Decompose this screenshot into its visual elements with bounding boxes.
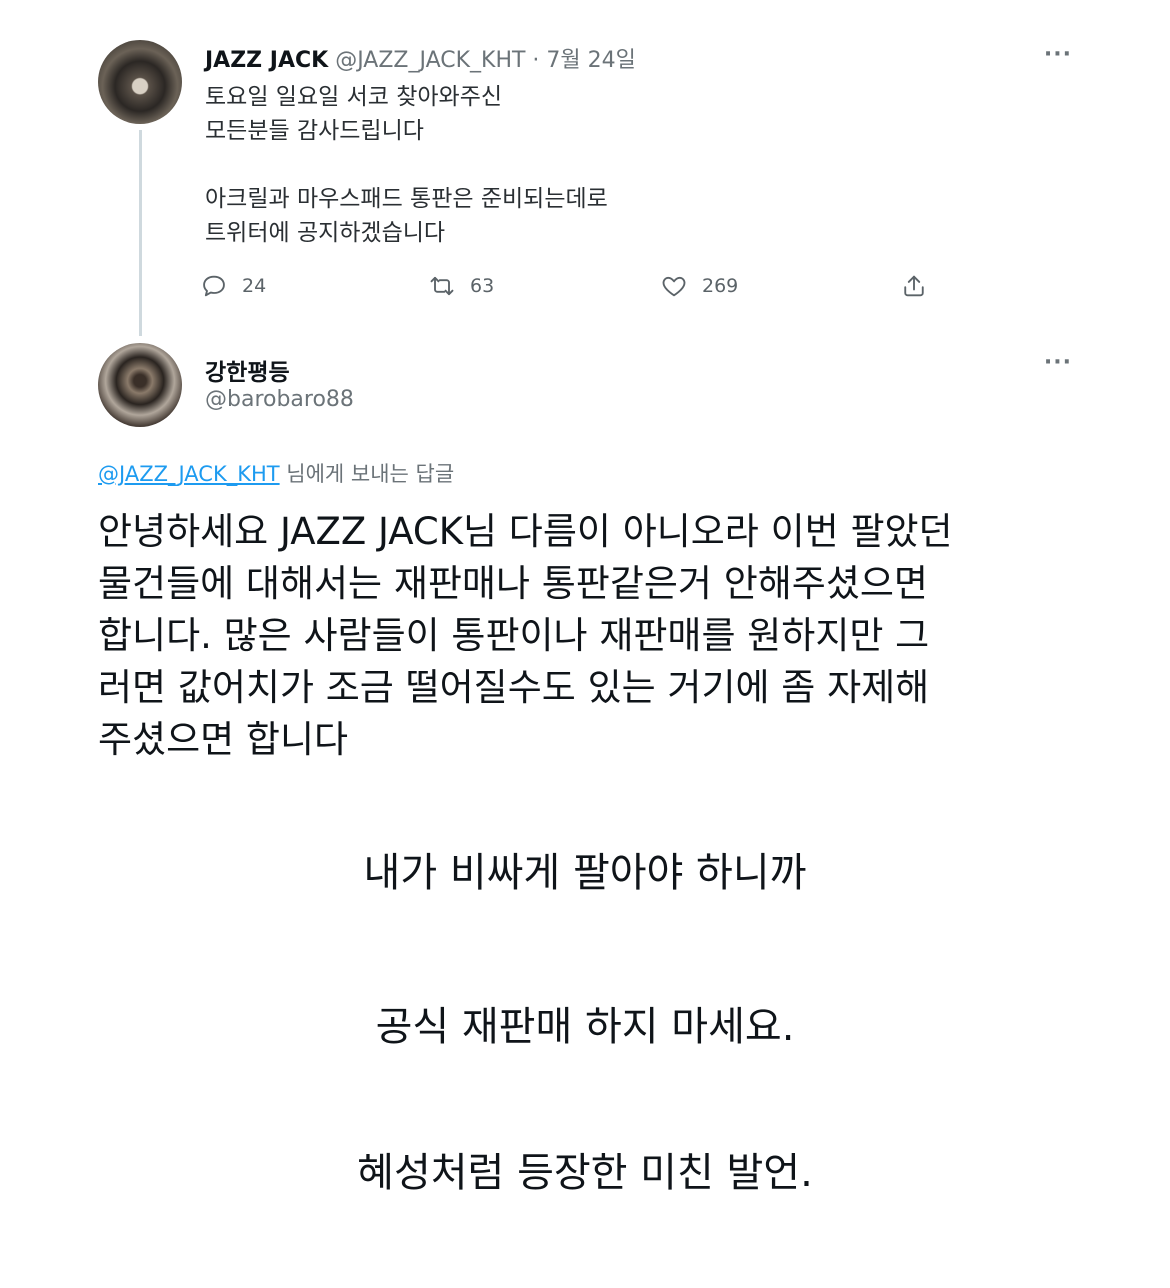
- reply-mention-link[interactable]: @JAZZ_JACK_KHT: [98, 462, 280, 486]
- avatar-barobaro88[interactable]: [98, 343, 182, 427]
- tweet1-header: JAZZ JACK @JAZZ_JACK_KHT · 7월 24일: [205, 42, 636, 74]
- tweet2-line: 주셨으면 합니다: [98, 718, 349, 761]
- caption-line: 내가 비싸게 팔아야 하니까: [363, 850, 807, 896]
- tweet2-more-button[interactable]: ···: [1044, 350, 1072, 375]
- retweet-button[interactable]: 63: [428, 272, 494, 300]
- avatar-jazz-jack[interactable]: [98, 40, 182, 124]
- tweet1-line: 트위터에 공지하겠습니다: [205, 220, 446, 246]
- tweet1-display-name[interactable]: JAZZ JACK: [205, 48, 328, 73]
- tweet2-line: 안녕하세요 JAZZ JACK님 다름이 아니오라 이번 팔았던: [98, 510, 953, 553]
- tweet2-line: 합니다. 많은 사람들이 통판이나 재판매를 원하지만 그: [98, 614, 930, 657]
- tweet1-line: 아크릴과 마우스패드 통판은 준비되는데로: [205, 186, 608, 212]
- tweet2-line: 물건들에 대해서는 재판매나 통판같은거 안해주셨으면: [98, 562, 928, 605]
- retweet-icon: [430, 276, 454, 296]
- tweet2-display-name[interactable]: 강한평등: [205, 353, 290, 387]
- reply-count: 24: [242, 275, 267, 297]
- speech-bubble-icon: [203, 275, 225, 297]
- tweet1-line: 모든분들 감사드립니다: [205, 118, 424, 144]
- caption-line: 혜성처럼 등장한 미친 발언.: [357, 1150, 813, 1196]
- heart-icon: [662, 276, 686, 297]
- tweet1-more-button[interactable]: ···: [1044, 42, 1072, 67]
- tweet2-text: 안녕하세요 JAZZ JACK님 다름이 아니오라 이번 팔았던 물건들에 대해…: [98, 506, 1078, 766]
- tweet2-handle[interactable]: @barobaro88: [205, 387, 354, 412]
- tweet1-handle-date[interactable]: @JAZZ_JACK_KHT · 7월 24일: [335, 48, 636, 73]
- tweet1-text: 토요일 일요일 서코 찾아와주신 모든분들 감사드립니다 아크릴과 마우스패드 …: [205, 80, 608, 250]
- tweet1-line: 토요일 일요일 서코 찾아와주신: [205, 84, 503, 110]
- reply-button[interactable]: 24: [200, 272, 266, 300]
- caption-line: 공식 재판매 하지 마세요.: [375, 1004, 795, 1050]
- share-button[interactable]: [900, 272, 928, 300]
- tweet2-line: 러면 값어치가 조금 떨어질수도 있는 거기에 좀 자제해: [98, 666, 930, 709]
- like-button[interactable]: 269: [660, 272, 738, 300]
- like-count: 269: [702, 275, 739, 297]
- thread-connector: [139, 130, 142, 336]
- replying-to-line: @JAZZ_JACK_KHT 님에게 보내는 답글: [98, 458, 454, 488]
- retweet-count: 63: [470, 275, 495, 297]
- share-upload-icon: [904, 275, 924, 297]
- tweet1-action-bar: 24 63 269: [200, 272, 960, 306]
- reply-to-suffix: 님에게 보내는 답글: [279, 462, 455, 486]
